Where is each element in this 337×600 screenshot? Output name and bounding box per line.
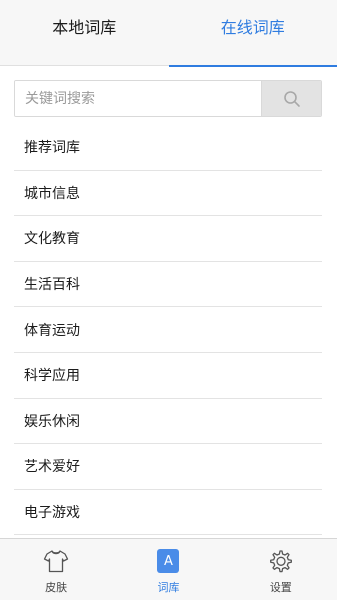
search-button[interactable] — [261, 81, 321, 116]
search-icon — [283, 90, 300, 107]
tab-label: 在线词库 — [220, 18, 285, 37]
tshirt-icon — [43, 548, 69, 574]
category-item-recommended[interactable]: 推荐词库 — [14, 125, 322, 171]
nav-item-settings[interactable]: 设置 — [225, 539, 337, 600]
search-bar — [14, 80, 322, 117]
nav-label: 词库 — [157, 581, 180, 594]
category-list: 推荐词库 城市信息 文化教育 生活百科 体育运动 科学应用 娱乐休闲 艺术爱好 … — [14, 125, 322, 536]
tab-label: 本地词库 — [52, 18, 117, 37]
lexicon-icon-glyph: A — [157, 549, 180, 573]
nav-label: 皮肤 — [45, 581, 68, 594]
tab-online-lexicon[interactable]: 在线词库 — [168, 0, 337, 67]
nav-label: 设置 — [269, 581, 292, 594]
gear-icon — [268, 548, 294, 574]
category-item-science[interactable]: 科学应用 — [14, 353, 322, 399]
category-item-entertainment[interactable]: 娱乐休闲 — [14, 399, 322, 445]
nav-item-lexicon[interactable]: A 词库 — [112, 539, 224, 600]
category-item-life-encyclopedia[interactable]: 生活百科 — [14, 262, 322, 308]
category-item-arts-hobbies[interactable]: 艺术爱好 — [14, 444, 322, 490]
bottom-nav-bar: 皮肤 A 词库 设置 — [0, 538, 337, 600]
category-item-sports[interactable]: 体育运动 — [14, 307, 322, 353]
nav-item-skin[interactable]: 皮肤 — [0, 539, 112, 600]
category-item-city-info[interactable]: 城市信息 — [14, 171, 322, 217]
search-input[interactable] — [15, 81, 261, 116]
category-item-culture-education[interactable]: 文化教育 — [14, 216, 322, 262]
app-root: 本地词库 在线词库 推荐词库 城市信息 文化教育 生活百科 体育运动 科学应用 … — [0, 0, 337, 600]
active-tab-indicator — [168, 65, 337, 67]
lexicon-icon: A — [155, 548, 181, 574]
category-item-video-games[interactable]: 电子游戏 — [14, 490, 322, 536]
tab-local-lexicon[interactable]: 本地词库 — [0, 0, 169, 66]
top-tab-bar: 本地词库 在线词库 — [0, 0, 337, 67]
